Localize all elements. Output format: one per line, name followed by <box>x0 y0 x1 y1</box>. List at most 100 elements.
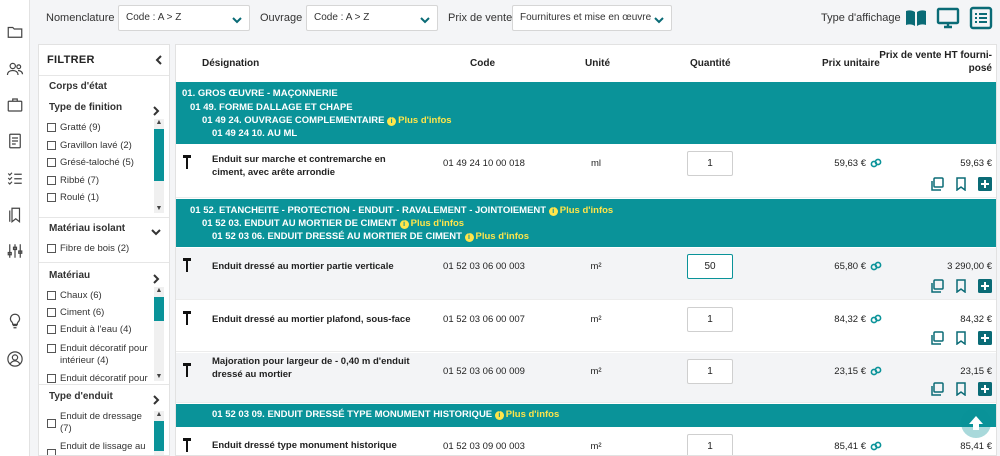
bookmark-icon[interactable] <box>954 177 968 192</box>
chevron-down-icon[interactable] <box>151 224 161 236</box>
filter-option[interactable]: Gravillon lavé (2) <box>47 140 151 152</box>
chevron-right-icon[interactable] <box>151 271 161 284</box>
header-unite[interactable]: Unité <box>585 57 610 70</box>
bookmark-icon[interactable] <box>954 382 968 397</box>
checkbox[interactable] <box>47 344 56 353</box>
pin-icon[interactable] <box>182 438 192 452</box>
plus-infos-link[interactable]: i Plus d'infos <box>548 205 613 216</box>
bookmark-icon[interactable] <box>954 331 968 346</box>
scrollbar-thumb[interactable] <box>154 297 164 321</box>
checkbox[interactable] <box>47 141 56 150</box>
filter-option[interactable]: Ciment (6) <box>47 307 151 319</box>
filter-option[interactable]: Enduit décoratif pour intérieur (4) <box>47 343 151 367</box>
checkbox[interactable] <box>47 158 56 167</box>
quantity-input[interactable] <box>687 151 733 176</box>
link-icon[interactable] <box>870 312 882 324</box>
quantity-input[interactable] <box>687 359 733 384</box>
scroll-to-top-button[interactable] <box>961 408 991 438</box>
briefcase-icon[interactable] <box>5 95 25 115</box>
plus-infos-link[interactable]: i Plus d'infos <box>464 231 529 242</box>
bookmark-stack-icon[interactable] <box>5 205 25 225</box>
filter-section-materiau[interactable]: Matériau <box>49 270 90 281</box>
link-icon[interactable] <box>870 156 882 168</box>
link-icon[interactable] <box>870 439 882 451</box>
duplicate-icon[interactable] <box>930 177 944 191</box>
checkbox[interactable] <box>47 325 56 334</box>
header-prix-unitaire[interactable]: Prix unitaire <box>822 57 880 70</box>
filter-section-materiau-isolant[interactable]: Matériau isolant <box>49 223 125 234</box>
header-designation[interactable]: Désignation <box>202 57 259 70</box>
checkbox[interactable] <box>47 193 56 202</box>
filter-section-type-finition[interactable]: Type de finition <box>49 102 122 113</box>
materiau-scrollbar[interactable]: ▲ ▼ <box>154 287 164 381</box>
filter-option[interactable]: Grésé-taloché (5) <box>47 157 151 169</box>
add-icon[interactable] <box>978 382 992 396</box>
duplicate-icon[interactable] <box>930 331 944 345</box>
checkbox[interactable] <box>47 419 56 428</box>
filter-panel: FILTRER Corps d'état Type de finition Gr… <box>38 44 170 456</box>
checkbox[interactable] <box>47 176 56 185</box>
ouvrage-select[interactable]: Code : A > Z <box>306 5 438 31</box>
pin-icon[interactable] <box>182 155 192 169</box>
quantity-input[interactable] <box>687 434 733 455</box>
checkbox[interactable] <box>47 449 56 455</box>
add-icon[interactable] <box>978 279 992 293</box>
quantity-input[interactable] <box>687 254 733 279</box>
filter-option[interactable]: Enduit de dressage (7) <box>47 411 151 435</box>
duplicate-icon[interactable] <box>930 382 944 396</box>
group-header: 01 52. ETANCHEITE - PROTECTION - ENDUIT … <box>176 199 996 247</box>
monitor-view-icon[interactable] <box>936 6 960 35</box>
filter-option[interactable]: Fibre de bois (2) <box>47 243 151 255</box>
enduit-scrollbar[interactable]: ▲ <box>154 411 164 455</box>
plus-infos-link[interactable]: i Plus d'infos <box>387 115 452 126</box>
divider <box>39 217 169 218</box>
pin-icon[interactable] <box>182 363 192 377</box>
header-code[interactable]: Code <box>470 57 495 70</box>
folder-icon[interactable] <box>5 22 25 42</box>
chevron-right-icon[interactable] <box>151 392 161 405</box>
header-prix-vente[interactable]: Prix de vente HT fourni-posé <box>874 49 992 75</box>
list-view-icon[interactable] <box>969 6 993 35</box>
filter-option[interactable]: Roulé (1) <box>47 192 151 204</box>
header-quantite[interactable]: Quantité <box>690 57 731 70</box>
filter-section-corps-etat[interactable]: Corps d'état <box>49 81 107 92</box>
sliders-icon[interactable] <box>5 241 25 261</box>
add-icon[interactable] <box>978 177 992 191</box>
checklist-icon[interactable] <box>5 168 25 188</box>
scrollbar-thumb[interactable] <box>154 129 164 181</box>
checkbox[interactable] <box>47 308 56 317</box>
link-icon[interactable] <box>870 364 882 376</box>
filter-option[interactable]: Enduit de lissage au <box>47 441 151 455</box>
filter-option[interactable]: Chaux (6) <box>47 290 151 302</box>
filter-option[interactable]: Ribbé (7) <box>47 175 151 187</box>
plus-infos-link[interactable]: i Plus d'infos <box>494 409 559 420</box>
users-icon[interactable] <box>5 59 25 79</box>
chevron-right-icon[interactable] <box>151 103 161 116</box>
lightbulb-icon[interactable] <box>5 311 25 331</box>
link-icon[interactable] <box>870 259 882 271</box>
quantity-input[interactable] <box>687 307 733 332</box>
group-level-2: 01 52. ETANCHEITE - PROTECTION - ENDUIT … <box>190 205 614 216</box>
bookmark-icon[interactable] <box>954 279 968 294</box>
checkbox[interactable] <box>47 123 56 132</box>
pin-icon[interactable] <box>182 311 192 325</box>
duplicate-icon[interactable] <box>930 279 944 293</box>
filter-section-type-enduit[interactable]: Type d'enduit <box>49 391 113 402</box>
chevron-left-icon[interactable] <box>153 53 165 65</box>
pin-icon[interactable] <box>182 258 192 272</box>
add-icon[interactable] <box>978 331 992 345</box>
prix-de-vente-select[interactable]: Fournitures et mise en œuvre <box>512 5 672 31</box>
book-view-icon[interactable] <box>904 6 928 35</box>
scrollbar-thumb[interactable] <box>154 421 164 451</box>
nomenclature-select[interactable]: Code : A > Z <box>118 5 250 31</box>
checkbox[interactable] <box>47 374 56 383</box>
document-icon[interactable] <box>5 131 25 151</box>
row-actions <box>930 382 992 397</box>
filter-option[interactable]: Gratté (9) <box>47 122 151 134</box>
checkbox[interactable] <box>47 291 56 300</box>
user-profile-icon[interactable] <box>5 349 25 369</box>
finition-scrollbar[interactable]: ▲ ▼ <box>154 119 164 213</box>
plus-infos-link[interactable]: i Plus d'infos <box>399 218 464 229</box>
filter-option[interactable]: Enduit à l'eau (4) <box>47 324 151 336</box>
checkbox[interactable] <box>47 244 56 253</box>
